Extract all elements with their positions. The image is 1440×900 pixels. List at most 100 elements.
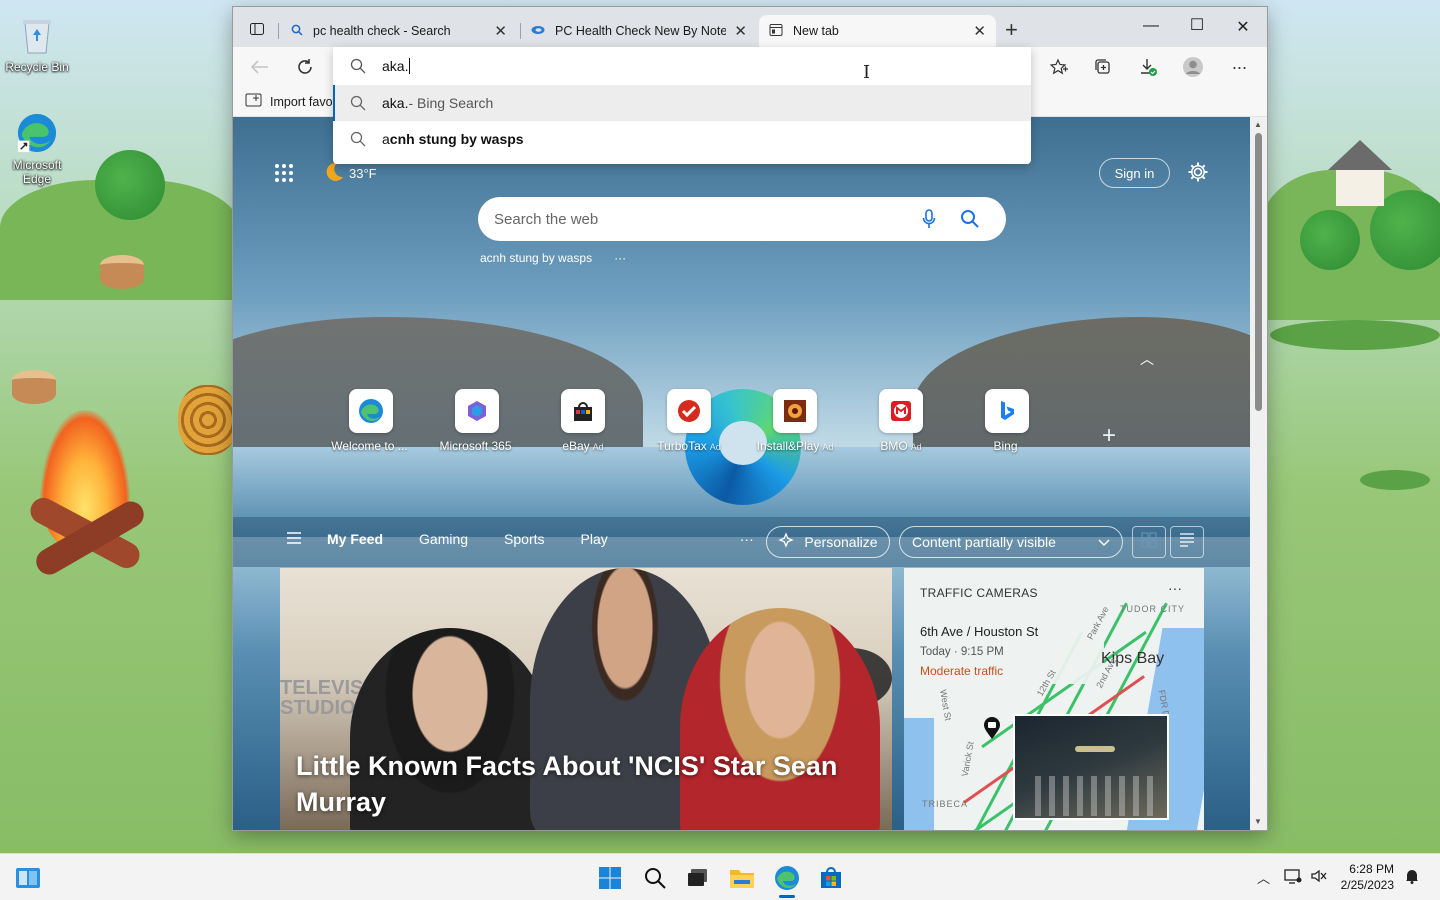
omnibox-suggestion[interactable]: aka. - Bing Search <box>333 85 1031 121</box>
tab-actions-icon[interactable] <box>249 21 265 42</box>
import-favorites-button[interactable]: Import favo <box>245 92 333 111</box>
search-icon[interactable] <box>960 209 980 233</box>
feed-tabs: My Feed Gaming Sports Play ··· <box>287 531 754 547</box>
more-icon[interactable]: ··· <box>1225 55 1253 79</box>
chevron-down-icon <box>1098 534 1110 550</box>
import-favorites-label: Import favo <box>270 94 333 109</box>
tab-gaming[interactable]: Gaming <box>419 531 468 547</box>
turbotax-icon <box>667 389 711 433</box>
quick-link-turbotax[interactable]: TurboTax Ad <box>644 389 734 453</box>
quick-link-label: Microsoft 365 <box>439 439 512 453</box>
card-more-icon[interactable]: ··· <box>1168 580 1182 596</box>
collapse-chevron-icon[interactable]: ︿ <box>1140 349 1154 369</box>
edge-browser-window: pc health check - Search ✕ PC Health Che… <box>233 7 1267 830</box>
profile-icon[interactable] <box>1179 55 1207 79</box>
desktop-icon-edge[interactable]: Microsoft Edge <box>2 112 72 186</box>
add-quick-link-icon[interactable]: + <box>1102 422 1116 450</box>
minimize-icon[interactable]: — <box>1128 17 1174 35</box>
sign-in-button[interactable]: Sign in <box>1099 158 1170 188</box>
task-view-icon[interactable] <box>683 863 713 893</box>
quick-link-label: Install&Play <box>756 439 820 453</box>
address-bar-value: aka. <box>382 58 409 74</box>
list-view-button[interactable] <box>1170 526 1204 558</box>
apps-launcher-icon[interactable] <box>274 163 294 188</box>
system-clock[interactable]: 6:28 PM 2/25/2023 <box>1334 861 1394 893</box>
wallpaper-beehive <box>178 385 238 455</box>
downloads-icon[interactable] <box>1134 55 1162 79</box>
news-card-main[interactable]: TELEVISION STUDIOS Little Known Facts Abo… <box>280 568 892 830</box>
microsoft-store-icon[interactable] <box>816 863 846 893</box>
grid-view-button[interactable] <box>1132 526 1166 558</box>
traffic-camera-image[interactable] <box>1013 714 1169 820</box>
start-icon[interactable] <box>595 863 625 893</box>
page-scrollbar[interactable]: ▲ ▼ <box>1250 117 1267 830</box>
collections-icon[interactable] <box>1089 55 1117 79</box>
personalize-button[interactable]: Personalize <box>766 526 890 558</box>
search-icon <box>350 95 366 111</box>
file-explorer-icon[interactable] <box>727 863 757 893</box>
quick-link-bmo[interactable]: BMO Ad <box>856 389 946 453</box>
edge-icon[interactable] <box>772 863 802 893</box>
map-label-tudor-city: TUDOR CITY <box>1120 604 1185 614</box>
recycle-bin-icon <box>16 14 58 56</box>
search-icon <box>350 131 366 147</box>
map-pin-icon[interactable] <box>983 716 1001 739</box>
search-icon[interactable] <box>640 863 670 893</box>
chevron-up-icon[interactable]: ︿ <box>1257 868 1270 887</box>
quick-link-welcome[interactable]: Welcome to ... <box>326 389 416 453</box>
content-visibility-value: Content partially visible <box>912 534 1056 550</box>
content-visibility-dropdown[interactable]: Content partially visible <box>899 526 1123 558</box>
ad-badge: Ad <box>592 442 604 452</box>
quick-link-install-play[interactable]: Install&Play Ad <box>750 389 840 453</box>
refresh-icon[interactable] <box>291 55 319 79</box>
feed-more-icon[interactable]: ··· <box>740 531 754 547</box>
weather-widget[interactable]: 33°F <box>323 161 377 186</box>
omnibox-suggestion[interactable]: a cnh stung by wasps <box>333 121 1031 157</box>
network-icon[interactable] <box>1284 868 1302 887</box>
notifications-icon[interactable] <box>1404 868 1420 887</box>
hamburger-menu-icon[interactable] <box>287 531 301 547</box>
web-search-input[interactable]: Search the web <box>478 197 1006 241</box>
close-window-icon[interactable]: ✕ <box>1220 17 1266 37</box>
favorites-icon[interactable] <box>1045 55 1073 79</box>
edge-icon <box>16 112 58 154</box>
scroll-up-icon[interactable]: ▲ <box>1254 120 1262 129</box>
desktop-icon-label: Recycle Bin <box>5 60 69 74</box>
scroll-down-icon[interactable]: ▼ <box>1254 817 1262 826</box>
quick-link-bing[interactable]: Bing <box>962 389 1052 453</box>
address-bar-dropdown: aka. aka. - Bing Search a cnh stung by wa… <box>333 47 1031 164</box>
microphone-icon[interactable] <box>922 209 936 233</box>
maximize-icon[interactable]: ☐ <box>1174 15 1220 35</box>
traffic-cameras-card[interactable]: TRAFFIC CAMERAS ··· 6th Ave / Houston St… <box>904 568 1204 830</box>
trending-search-link[interactable]: acnh stung by wasps <box>480 251 592 265</box>
trending-more-icon[interactable]: ··· <box>614 251 626 265</box>
tab-pc-health-check[interactable]: PC Health Check New By Notere ✕ <box>521 15 757 47</box>
wallpaper-stump <box>12 370 56 404</box>
tab-play[interactable]: Play <box>581 531 608 547</box>
tab-new-tab[interactable]: New tab ✕ <box>759 15 996 47</box>
suggestion-query: aka. <box>382 95 409 111</box>
close-tab-icon[interactable]: ✕ <box>734 22 747 40</box>
desktop-icon-label: Microsoft Edge <box>12 158 62 186</box>
quick-link-ebay[interactable]: eBay Ad <box>538 389 628 453</box>
quick-link-microsoft-365[interactable]: Microsoft 365 <box>432 389 522 453</box>
game-icon <box>773 389 817 433</box>
gear-icon[interactable] <box>1187 161 1209 188</box>
edge-icon <box>349 389 393 433</box>
address-bar-input[interactable]: aka. <box>333 47 1031 85</box>
desktop-icon-recycle-bin[interactable]: Recycle Bin <box>2 14 72 74</box>
tab-my-feed[interactable]: My Feed <box>327 531 383 547</box>
new-tab-plus-icon[interactable]: + <box>1005 19 1018 41</box>
scrollbar-thumb[interactable] <box>1255 133 1262 411</box>
volume-muted-icon[interactable] <box>1310 868 1328 887</box>
news-headline[interactable]: Little Known Facts About 'NCIS' Star Sea… <box>296 748 856 820</box>
close-tab-icon[interactable]: ✕ <box>494 22 507 40</box>
tab-sports[interactable]: Sports <box>504 531 544 547</box>
ad-badge: Ad <box>709 442 721 452</box>
close-tab-icon[interactable]: ✕ <box>973 22 986 40</box>
text-caret <box>409 58 411 74</box>
clock-time: 6:28 PM <box>1349 862 1394 876</box>
back-icon[interactable] <box>246 55 274 79</box>
widgets-icon[interactable] <box>13 863 43 893</box>
tab-pc-health-search[interactable]: pc health check - Search ✕ <box>281 15 517 47</box>
